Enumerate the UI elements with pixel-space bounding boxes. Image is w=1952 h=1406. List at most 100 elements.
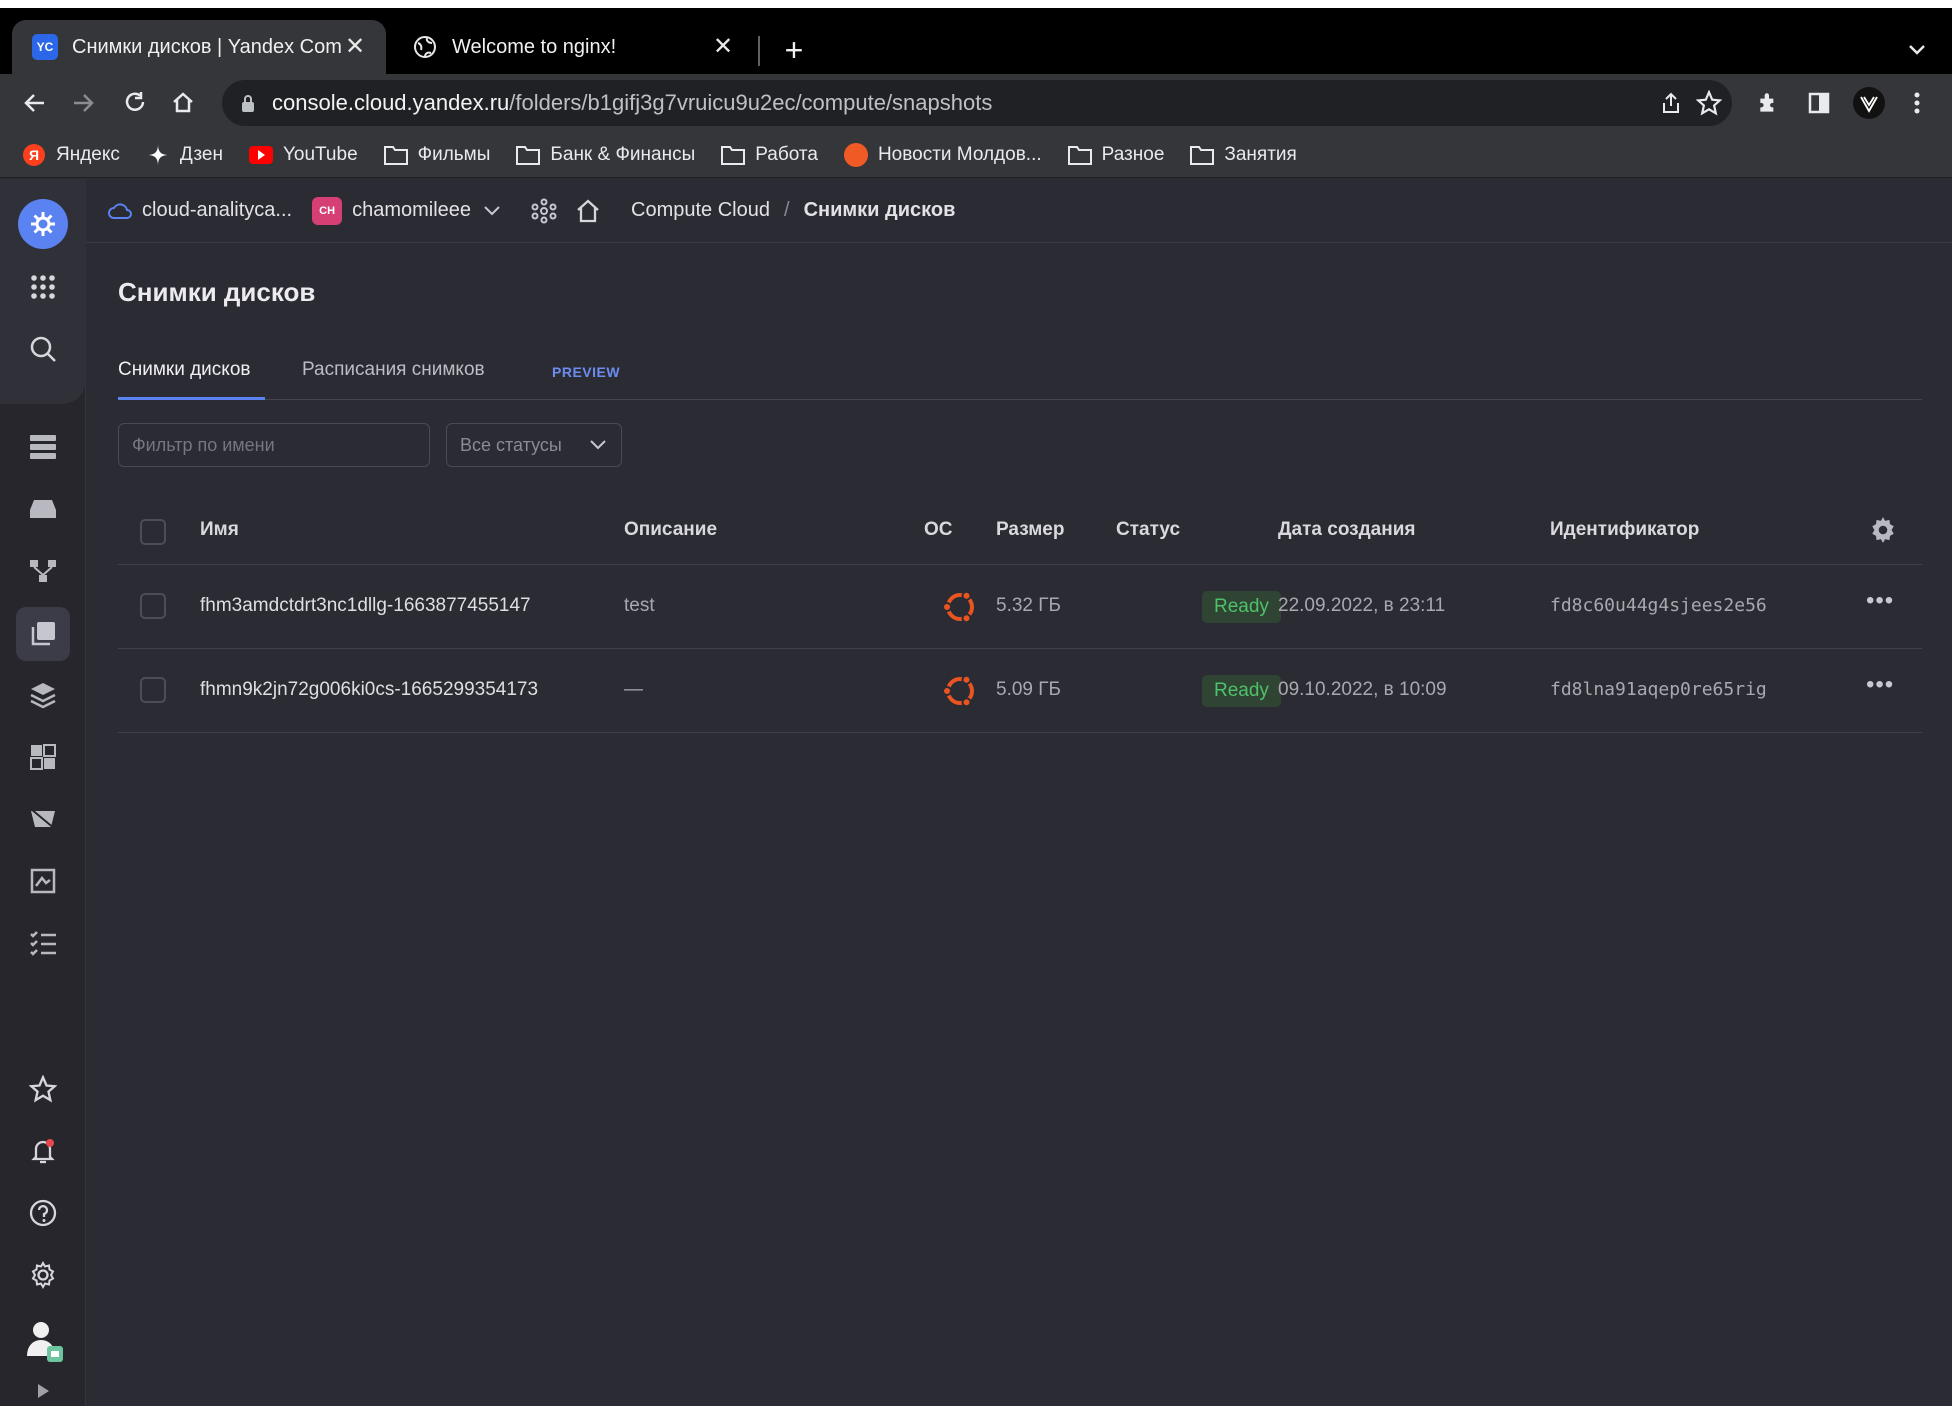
services-hub-icon[interactable] xyxy=(531,198,557,224)
bookmark-dzen[interactable]: Дзен xyxy=(146,143,223,166)
bookmark-youtube[interactable]: YouTube xyxy=(248,144,358,166)
operations-list-icon[interactable] xyxy=(23,923,63,963)
expand-nav-icon[interactable] xyxy=(23,1379,63,1403)
column-header-size[interactable]: Размер xyxy=(996,519,1064,541)
home-outline-icon[interactable] xyxy=(575,198,601,224)
status-badge: Ready xyxy=(1202,591,1281,623)
favorites-star-icon[interactable] xyxy=(23,1069,63,1109)
table-row[interactable]: fhm3amdctdrt3nc1dllg-1663877455147 test … xyxy=(118,565,1922,649)
breadcrumb-service[interactable]: Compute Cloud xyxy=(631,199,770,222)
back-icon[interactable] xyxy=(18,86,52,120)
bookmark-folder-films[interactable]: Фильмы xyxy=(383,144,490,166)
new-tab-icon[interactable]: + xyxy=(776,32,812,68)
page-title: Снимки дисков xyxy=(118,277,316,307)
close-tab-icon[interactable]: ✕ xyxy=(708,32,738,62)
url-path: /folders/b1gifj3g7vruicu9u2ec/compute/sn… xyxy=(509,90,993,115)
snapshot-size: 5.09 ГБ xyxy=(996,679,1062,700)
snapshot-id[interactable]: fd8c60u44g4sjees2e56 xyxy=(1550,595,1767,616)
bookmark-folder-work[interactable]: Работа xyxy=(721,144,818,166)
select-all-checkbox[interactable] xyxy=(140,519,166,545)
tab-snapshots[interactable]: Снимки дисков xyxy=(118,359,250,381)
breadcrumb-cloud[interactable]: cloud-analityca... xyxy=(108,199,292,222)
status-badge: Ready xyxy=(1202,675,1281,707)
placement-groups-icon[interactable] xyxy=(23,551,63,591)
address-bar[interactable]: console.cloud.yandex.ru/folders/b1gifj3g… xyxy=(222,80,1732,126)
table-settings-gear-icon[interactable] xyxy=(1868,515,1898,550)
snapshot-name[interactable]: fhmn9k2jn72g006ki0cs-1665299354173 xyxy=(200,679,538,701)
tab-snapshot-schedules[interactable]: Расписания снимков xyxy=(302,359,485,381)
cloud-icon xyxy=(108,202,132,219)
left-nav xyxy=(0,179,86,1406)
user-avatar[interactable] xyxy=(23,1317,63,1365)
snapshots-table: Имя Описание ОС Размер Статус Дата созда… xyxy=(118,497,1922,733)
notifications-bell-icon[interactable] xyxy=(23,1131,63,1171)
home-icon[interactable] xyxy=(166,86,200,120)
vm-instances-icon[interactable] xyxy=(23,427,63,467)
column-header-description[interactable]: Описание xyxy=(624,519,717,541)
browser-tab-nginx[interactable]: Welcome to nginx! ✕ xyxy=(392,20,754,74)
column-header-created[interactable]: Дата создания xyxy=(1278,519,1416,541)
close-tab-icon[interactable]: ✕ xyxy=(340,32,370,62)
reload-icon[interactable] xyxy=(118,86,152,120)
gpu-clusters-icon[interactable] xyxy=(23,799,63,839)
name-filter-input[interactable] xyxy=(118,423,430,467)
column-header-name[interactable]: Имя xyxy=(200,519,239,541)
snapshot-created: 09.10.2022, в 10:09 xyxy=(1278,679,1447,700)
url-text: console.cloud.yandex.ru/folders/b1gifj3g… xyxy=(272,90,992,116)
all-services-grid-icon[interactable] xyxy=(23,267,63,307)
snapshot-id[interactable]: fd8lna91aqep0re65rig xyxy=(1550,679,1767,700)
row-actions-more-icon[interactable]: ••• xyxy=(1866,671,1894,699)
table-header: Имя Описание ОС Размер Статус Дата созда… xyxy=(118,497,1922,565)
yandex-cloud-logo-icon[interactable] xyxy=(18,199,68,249)
instance-groups-icon[interactable] xyxy=(23,737,63,777)
settings-gear-icon[interactable] xyxy=(23,1255,63,1295)
preview-badge: PREVIEW xyxy=(552,364,621,380)
bookmark-folder-lessons[interactable]: Занятия xyxy=(1190,144,1297,166)
breadcrumb: cloud-analityca... CH chamomileee Comput… xyxy=(86,179,1952,243)
profile-avatar-icon[interactable] xyxy=(1852,86,1886,120)
folder-icon xyxy=(1067,144,1092,166)
help-icon[interactable] xyxy=(23,1193,63,1233)
row-actions-more-icon[interactable]: ••• xyxy=(1866,587,1894,615)
snapshot-size: 5.32 ГБ xyxy=(996,595,1062,616)
breadcrumb-current: Снимки дисков xyxy=(803,199,956,221)
column-header-os[interactable]: ОС xyxy=(924,519,953,541)
share-icon[interactable] xyxy=(1654,86,1688,120)
disks-icon[interactable] xyxy=(23,489,63,529)
browser-menu-icon[interactable] xyxy=(1900,86,1934,120)
extensions-puzzle-icon[interactable] xyxy=(1752,86,1786,120)
breadcrumb-folder[interactable]: CH chamomileee xyxy=(292,196,501,225)
status-filter-select[interactable]: Все статусы xyxy=(446,423,622,467)
side-panel-icon[interactable] xyxy=(1802,86,1836,120)
bookmark-star-icon[interactable] xyxy=(1692,86,1726,120)
tab-search-chevron-icon[interactable] xyxy=(1902,34,1932,64)
browser-toolbar: console.cloud.yandex.ru/folders/b1gifj3g… xyxy=(0,74,1952,132)
lock-icon xyxy=(240,93,256,118)
snapshot-name[interactable]: fhm3amdctdrt3nc1dllg-1663877455147 xyxy=(200,595,531,617)
column-header-status[interactable]: Статус xyxy=(1116,519,1180,541)
dzen-icon xyxy=(146,143,170,166)
bookmark-yandex[interactable]: Я Яндекс xyxy=(22,143,120,166)
chevron-down-icon xyxy=(484,205,500,215)
ubuntu-icon xyxy=(940,587,980,627)
chevron-down-icon xyxy=(590,440,606,450)
column-header-id[interactable]: Идентификатор xyxy=(1550,519,1699,541)
folder-badge: CH xyxy=(312,196,343,225)
table-row[interactable]: fhmn9k2jn72g006ki0cs-1665299354173 — 5.0… xyxy=(118,649,1922,733)
search-icon[interactable] xyxy=(23,329,63,369)
bookmark-folder-bank[interactable]: Банк & Финансы xyxy=(516,144,695,166)
row-checkbox[interactable] xyxy=(140,677,166,703)
snapshots-icon[interactable] xyxy=(16,607,70,661)
forward-icon[interactable] xyxy=(66,86,100,120)
bookmark-folder-misc[interactable]: Разное xyxy=(1067,144,1164,166)
window-edge xyxy=(0,0,1952,8)
folder-icon xyxy=(383,144,408,166)
browser-tab-bar: YC Снимки дисков | Yandex Comp ✕ Welcome… xyxy=(0,8,1952,74)
row-checkbox[interactable] xyxy=(140,593,166,619)
dedicated-hosts-icon[interactable] xyxy=(23,861,63,901)
bookmark-news[interactable]: Новости Молдов... xyxy=(843,142,1042,167)
browser-tab-snapshots[interactable]: YC Снимки дисков | Yandex Comp ✕ xyxy=(12,20,386,74)
breadcrumb-separator: / xyxy=(784,199,790,221)
images-layers-icon[interactable] xyxy=(23,675,63,715)
folder-icon xyxy=(1190,144,1215,166)
